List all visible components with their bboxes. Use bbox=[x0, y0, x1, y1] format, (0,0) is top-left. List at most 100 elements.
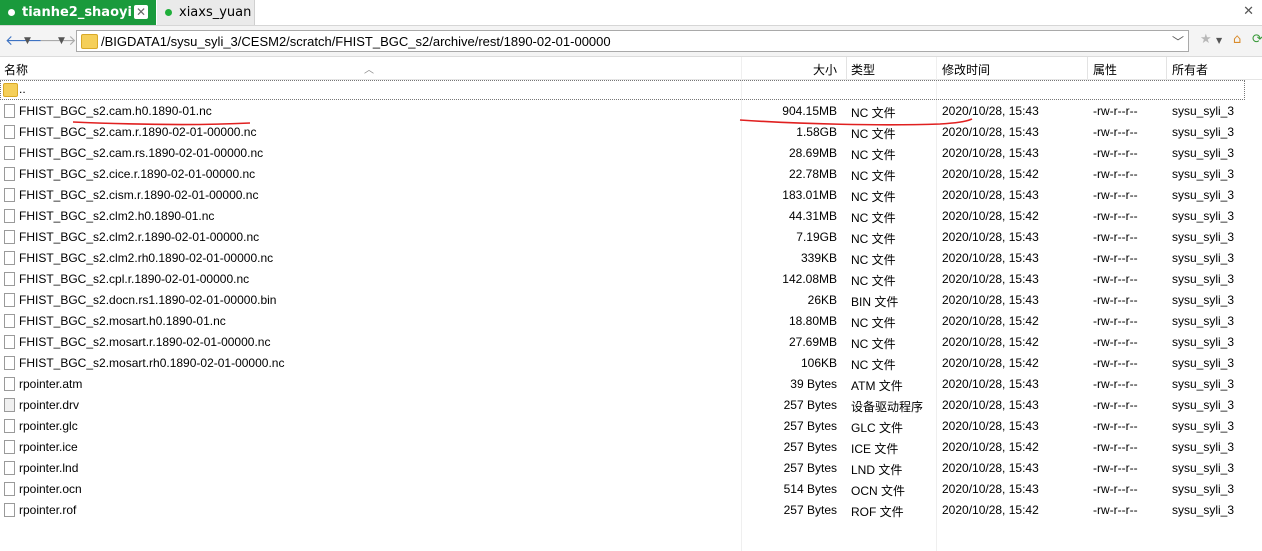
file-size: 257 Bytes bbox=[783, 440, 837, 454]
file-size: 257 Bytes bbox=[783, 398, 837, 412]
file-owner: sysu_syli_3 bbox=[1172, 419, 1235, 433]
file-owner: sysu_syli_3 bbox=[1172, 104, 1235, 118]
sort-arrow-icon: ︿ bbox=[364, 65, 374, 76]
file-row[interactable]: FHIST_BGC_s2.clm2.r.1890-02-01-00000.nc 7… bbox=[0, 227, 1262, 248]
file-icon bbox=[4, 503, 15, 517]
file-row[interactable]: FHIST_BGC_s2.mosart.h0.1890-01.nc 18.80MB… bbox=[0, 311, 1262, 332]
file-type: NC 文件 bbox=[851, 232, 896, 246]
file-owner: sysu_syli_3 bbox=[1172, 461, 1235, 475]
chevron-down-icon[interactable]: ﹀ bbox=[1172, 33, 1184, 50]
column-attributes[interactable]: 属性 bbox=[1093, 61, 1117, 78]
column-name[interactable]: 名称 bbox=[4, 61, 28, 78]
file-type: NC 文件 bbox=[851, 316, 896, 330]
tab-label: tianhe2_shaoyi bbox=[22, 5, 132, 20]
file-permissions: -rw-r--r-- bbox=[1093, 209, 1138, 223]
path-text: /BIGDATA1/sysu_syli_3/CESM2/scratch/FHIS… bbox=[101, 34, 611, 49]
file-permissions: -rw-r--r-- bbox=[1093, 377, 1138, 391]
file-name: rpointer.drv bbox=[19, 398, 80, 412]
file-modified: 2020/10/28, 15:43 bbox=[942, 146, 1039, 160]
column-type[interactable]: 类型 bbox=[851, 61, 875, 78]
file-row[interactable]: rpointer.ice 257 Bytes ICE 文件 2020/10/28, 1… bbox=[0, 437, 1262, 458]
file-owner: sysu_syli_3 bbox=[1172, 272, 1235, 286]
file-icon bbox=[4, 104, 15, 118]
file-icon bbox=[4, 419, 15, 433]
file-icon bbox=[4, 146, 15, 160]
file-size: 1.58GB bbox=[796, 125, 837, 139]
column-modified[interactable]: 修改时间 bbox=[942, 61, 990, 78]
star-icon[interactable]: ★ bbox=[1200, 32, 1212, 47]
file-owner: sysu_syli_3 bbox=[1172, 209, 1235, 223]
file-name: FHIST_BGC_s2.cam.h0.1890-01.nc bbox=[19, 104, 212, 118]
file-size: 183.01MB bbox=[782, 188, 837, 202]
file-owner: sysu_syli_3 bbox=[1172, 356, 1235, 370]
file-name: FHIST_BGC_s2.mosart.r.1890-02-01-00000.n… bbox=[19, 335, 271, 349]
file-owner: sysu_syli_3 bbox=[1172, 377, 1235, 391]
file-size: 26KB bbox=[807, 293, 837, 307]
file-row[interactable]: FHIST_BGC_s2.clm2.h0.1890-01.nc 44.31MB NC… bbox=[0, 206, 1262, 227]
file-modified: 2020/10/28, 15:42 bbox=[942, 503, 1039, 517]
file-row[interactable]: FHIST_BGC_s2.cpl.r.1890-02-01-00000.nc 14… bbox=[0, 269, 1262, 290]
path-input[interactable]: /BIGDATA1/sysu_syli_3/CESM2/scratch/FHIS… bbox=[76, 30, 1189, 52]
file-row[interactable]: rpointer.ocn 514 Bytes OCN 文件 2020/10/28, 1… bbox=[0, 479, 1262, 500]
file-name: rpointer.ice bbox=[19, 440, 78, 454]
file-row[interactable]: FHIST_BGC_s2.cism.r.1890-02-01-00000.nc 1… bbox=[0, 185, 1262, 206]
file-row[interactable]: FHIST_BGC_s2.mosart.r.1890-02-01-00000.n… bbox=[0, 332, 1262, 353]
file-size: 7.19GB bbox=[796, 230, 837, 244]
column-size[interactable]: 大小 bbox=[813, 61, 837, 78]
file-row[interactable]: rpointer.glc 257 Bytes GLC 文件 2020/10/28, 1… bbox=[0, 416, 1262, 437]
file-modified: 2020/10/28, 15:42 bbox=[942, 440, 1039, 454]
file-row[interactable]: FHIST_BGC_s2.mosart.rh0.1890-02-01-00000… bbox=[0, 353, 1262, 374]
file-row[interactable]: rpointer.rof 257 Bytes ROF 文件 2020/10/28, 1… bbox=[0, 500, 1262, 521]
chevron-down-icon[interactable]: ▼ bbox=[24, 36, 31, 46]
file-row[interactable]: FHIST_BGC_s2.cam.rs.1890-02-01-00000.nc 2… bbox=[0, 143, 1262, 164]
file-row[interactable]: rpointer.lnd 257 Bytes LND 文件 2020/10/28, 1… bbox=[0, 458, 1262, 479]
file-row[interactable]: FHIST_BGC_s2.cam.r.1890-02-01-00000.nc 1.… bbox=[0, 122, 1262, 143]
tab-tianhe2-shaoyi[interactable]: tianhe2_shaoyi ✕ bbox=[0, 0, 156, 25]
file-icon bbox=[4, 314, 15, 328]
file-row[interactable]: FHIST_BGC_s2.cice.r.1890-02-01-00000.nc 2… bbox=[0, 164, 1262, 185]
home-icon[interactable]: ⌂ bbox=[1233, 32, 1241, 47]
file-type: GLC 文件 bbox=[851, 421, 904, 435]
file-type: NC 文件 bbox=[851, 253, 896, 267]
file-row[interactable]: FHIST_BGC_s2.clm2.rh0.1890-02-01-00000.n… bbox=[0, 248, 1262, 269]
chevron-down-icon[interactable]: ▼ bbox=[58, 36, 65, 46]
file-size: 22.78MB bbox=[788, 167, 837, 181]
file-row[interactable]: rpointer.drv 257 Bytes 设备驱动程序 2020/10/28, 1… bbox=[0, 395, 1262, 416]
file-owner: sysu_syli_3 bbox=[1172, 293, 1235, 307]
close-icon[interactable]: ✕ bbox=[1243, 4, 1254, 19]
close-icon[interactable]: ✕ bbox=[134, 5, 148, 19]
file-permissions: -rw-r--r-- bbox=[1093, 314, 1138, 328]
file-row[interactable]: FHIST_BGC_s2.docn.rs1.1890-02-01-00000.b… bbox=[0, 290, 1262, 311]
file-name: rpointer.ocn bbox=[19, 482, 82, 496]
chevron-down-icon[interactable]: ▼ bbox=[1216, 36, 1222, 45]
file-name: FHIST_BGC_s2.mosart.h0.1890-01.nc bbox=[19, 314, 226, 328]
file-permissions: -rw-r--r-- bbox=[1093, 419, 1138, 433]
file-permissions: -rw-r--r-- bbox=[1093, 146, 1138, 160]
parent-directory-row[interactable]: .. bbox=[0, 80, 1262, 101]
file-permissions: -rw-r--r-- bbox=[1093, 356, 1138, 370]
file-icon bbox=[4, 230, 15, 244]
file-size: 18.80MB bbox=[788, 314, 837, 328]
file-owner: sysu_syli_3 bbox=[1172, 398, 1235, 412]
file-type: NC 文件 bbox=[851, 274, 896, 288]
file-name: FHIST_BGC_s2.cpl.r.1890-02-01-00000.nc bbox=[19, 272, 250, 286]
column-owner[interactable]: 所有者 bbox=[1172, 61, 1208, 78]
file-permissions: -rw-r--r-- bbox=[1093, 251, 1138, 265]
file-name: FHIST_BGC_s2.docn.rs1.1890-02-01-00000.b… bbox=[19, 293, 277, 307]
folder-icon bbox=[81, 34, 98, 49]
file-icon bbox=[4, 293, 15, 307]
file-modified: 2020/10/28, 15:43 bbox=[942, 419, 1039, 433]
file-type: NC 文件 bbox=[851, 127, 896, 141]
file-modified: 2020/10/28, 15:42 bbox=[942, 314, 1039, 328]
tab-xiaxs-yuan[interactable]: xiaxs_yuan bbox=[157, 0, 255, 25]
file-modified: 2020/10/28, 15:43 bbox=[942, 482, 1039, 496]
file-size: 904.15MB bbox=[782, 104, 837, 118]
file-name: FHIST_BGC_s2.clm2.h0.1890-01.nc bbox=[19, 209, 215, 223]
file-row[interactable]: rpointer.atm 39 Bytes ATM 文件 2020/10/28, 15… bbox=[0, 374, 1262, 395]
file-size: 142.08MB bbox=[782, 272, 837, 286]
refresh-icon[interactable]: ⟳ bbox=[1252, 32, 1262, 47]
file-icon bbox=[4, 188, 15, 202]
file-type: ATM 文件 bbox=[851, 379, 903, 393]
file-row[interactable]: FHIST_BGC_s2.cam.h0.1890-01.nc 904.15MB NC… bbox=[0, 101, 1262, 122]
file-modified: 2020/10/28, 15:42 bbox=[942, 356, 1039, 370]
